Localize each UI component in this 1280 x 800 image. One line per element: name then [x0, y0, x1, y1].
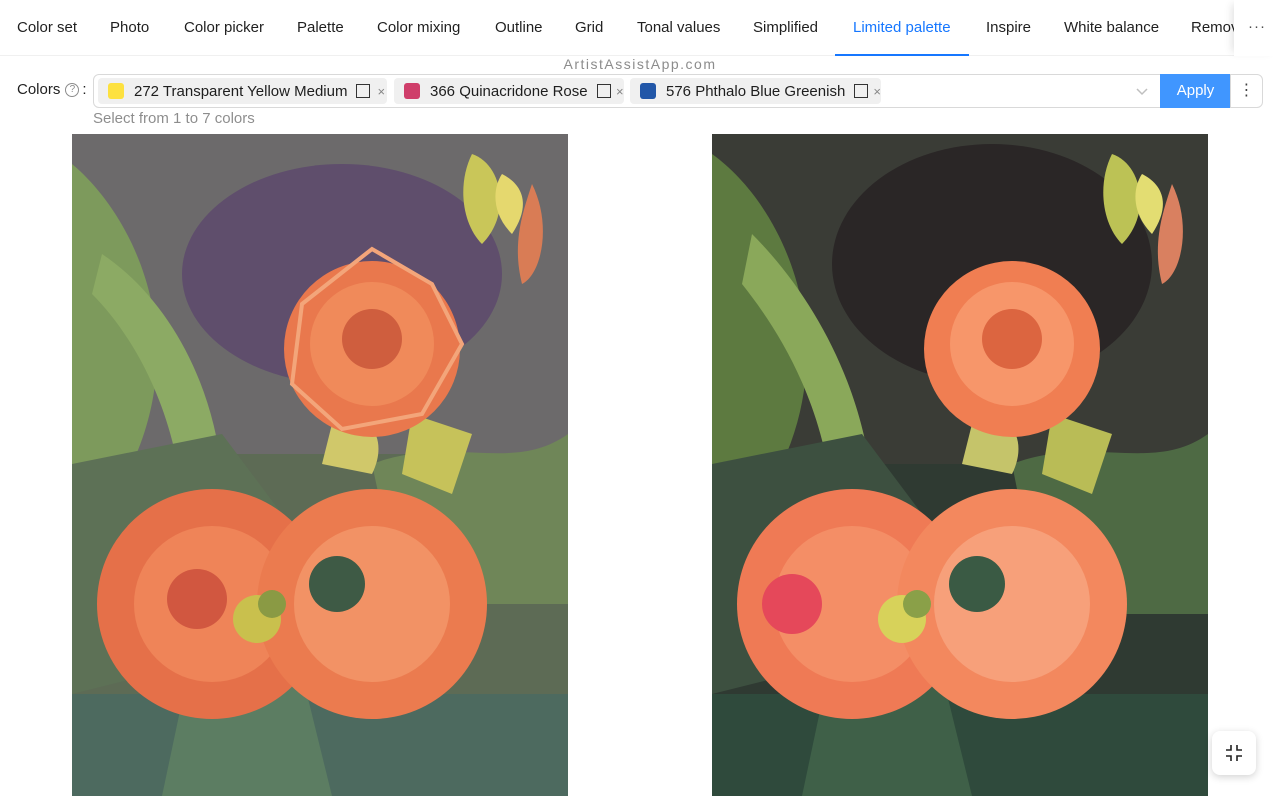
color-tag-label: 576 Phthalo Blue Greenish — [666, 82, 846, 100]
original-photo-graphic — [712, 134, 1208, 796]
remove-tag-icon[interactable]: × — [616, 84, 624, 99]
label-colon: : — [82, 81, 87, 98]
tab-limited-palette[interactable]: Limited palette — [853, 0, 951, 56]
tab-tonal-values[interactable]: Tonal values — [637, 0, 720, 56]
tool-tabs: Color set Photo Color picker Palette Col… — [0, 0, 1280, 56]
limited-palette-image — [72, 134, 568, 796]
lower-right-flower — [257, 489, 487, 719]
colors-hint: Select from 1 to 7 colors — [93, 110, 255, 127]
original-photo — [712, 134, 1208, 796]
tab-remove[interactable]: Remov — [1191, 0, 1234, 56]
lower-right-flower — [897, 489, 1127, 719]
apply-button[interactable]: Apply — [1160, 74, 1231, 108]
more-actions-button[interactable]: ⋮ — [1230, 74, 1263, 108]
colors-label-text: Colors — [17, 81, 61, 98]
tab-grid[interactable]: Grid — [575, 0, 603, 56]
limited-palette-image-graphic — [72, 134, 568, 796]
tabs-more-button[interactable]: ··· — [1234, 0, 1280, 56]
tab-palette[interactable]: Palette — [297, 0, 344, 56]
color-tag-label: 366 Quinacridone Rose — [430, 82, 588, 100]
color-tag-checkbox[interactable] — [596, 84, 611, 98]
tab-photo[interactable]: Photo — [110, 0, 149, 56]
tab-inspire[interactable]: Inspire — [986, 0, 1031, 56]
watermark: ArtistAssistApp.com — [563, 56, 717, 72]
tab-color-set[interactable]: Color set — [17, 0, 77, 56]
remove-tag-icon[interactable]: × — [375, 84, 387, 99]
color-tag: 576 Phthalo Blue Greenish × — [630, 78, 881, 104]
color-swatch — [640, 83, 656, 99]
tab-color-mixing[interactable]: Color mixing — [377, 0, 460, 56]
help-icon[interactable]: ? — [65, 82, 80, 97]
color-tag-checkbox[interactable] — [854, 84, 869, 98]
tab-outline[interactable]: Outline — [495, 0, 543, 56]
color-swatch — [404, 83, 420, 99]
color-tag: 272 Transparent Yellow Medium × — [98, 78, 387, 104]
tab-simplified[interactable]: Simplified — [753, 0, 818, 56]
color-tag-label: 272 Transparent Yellow Medium — [134, 82, 348, 100]
tab-color-picker[interactable]: Color picker — [184, 0, 264, 56]
colors-field-label: Colors ? : — [17, 81, 87, 98]
chevron-down-icon[interactable] — [1134, 83, 1150, 99]
upper-flower — [924, 261, 1100, 437]
color-tag: 366 Quinacridone Rose × — [394, 78, 624, 104]
remove-tag-icon[interactable]: × — [873, 84, 881, 99]
color-tag-checkbox[interactable] — [356, 84, 371, 98]
exit-fullscreen-button[interactable] — [1212, 731, 1256, 775]
tab-list: Color set Photo Color picker Palette Col… — [0, 0, 1234, 56]
colors-multiselect[interactable]: 272 Transparent Yellow Medium × 366 Quin… — [93, 74, 1161, 108]
compress-icon — [1226, 745, 1242, 761]
tab-white-balance[interactable]: White balance — [1064, 0, 1159, 56]
color-swatch — [108, 83, 124, 99]
